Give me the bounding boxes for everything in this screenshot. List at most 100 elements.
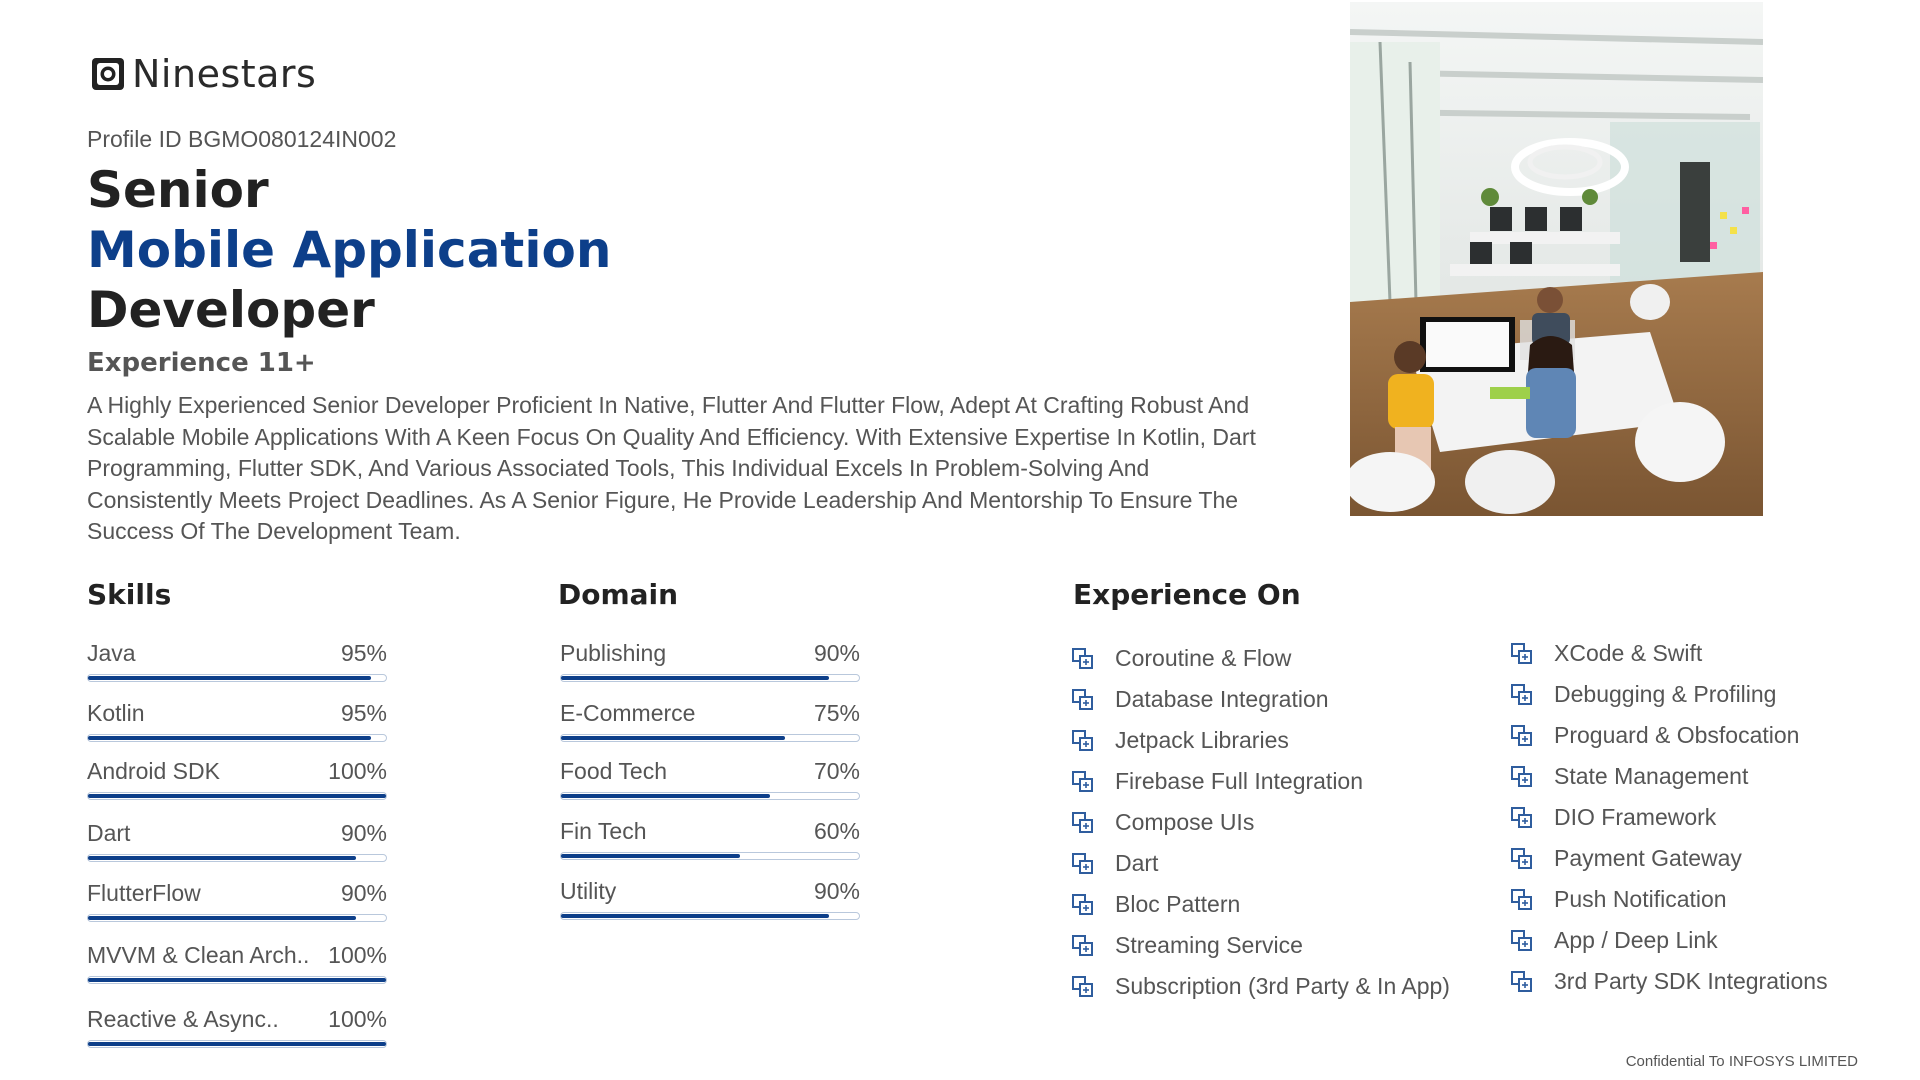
bar-label-row: FlutterFlow 90% (87, 880, 387, 910)
bar-value: 100% (328, 1006, 387, 1032)
title-line-3: Developer (87, 281, 375, 339)
bar-value: 100% (328, 942, 387, 968)
bar-label-row: Android SDK 100% (87, 758, 387, 788)
copy-squares-icon (1072, 893, 1093, 915)
office-photo-illustration (1350, 2, 1763, 516)
bar-label-row: E-Commerce 75% (560, 700, 860, 730)
progress-fill (88, 736, 372, 740)
progress-track (87, 854, 387, 862)
bar-value: 60% (813, 818, 860, 844)
bar-label-row: Dart 90% (87, 820, 387, 850)
bar-label: FlutterFlow (87, 880, 201, 906)
experience-list-item: DIO Framework (1510, 797, 1828, 838)
progress-fill (561, 794, 770, 798)
copy-squares-icon (1511, 683, 1532, 705)
experience-item-label: Proguard & Obsfocation (1554, 722, 1800, 748)
bar-label: Kotlin (87, 700, 145, 726)
copy-squares-icon (1072, 729, 1093, 751)
experience-list-item: Push Notification (1510, 879, 1828, 920)
experience-list-item: Firebase Full Integration (1071, 761, 1450, 802)
experience-item-label: XCode & Swift (1554, 640, 1703, 666)
experience-on-heading: Experience On (1073, 578, 1301, 611)
copy-squares-icon (1511, 847, 1532, 869)
bar-value: 95% (340, 640, 387, 666)
experience-item-label: Compose UIs (1115, 809, 1255, 835)
bar-label: Java (87, 640, 136, 666)
bar-value: 90% (340, 880, 387, 906)
progress-track (87, 914, 387, 922)
experience-item-label: DIO Framework (1554, 804, 1717, 830)
progress-fill (561, 736, 785, 740)
experience-list-item: Payment Gateway (1510, 838, 1828, 879)
bar-label: Fin Tech (560, 818, 647, 844)
experience-list-item: Compose UIs (1071, 802, 1450, 843)
progress-fill (88, 978, 386, 982)
progress-track (87, 792, 387, 800)
experience-list-item: Subscription (3rd Party & In App) (1071, 966, 1450, 1007)
progress-track (560, 734, 860, 742)
brand-name: Ninestars (132, 52, 317, 96)
profile-page: Ninestars Profile ID BGMO080124IN002 Sen… (0, 0, 1920, 1080)
copy-squares-icon (1511, 724, 1532, 746)
ninestars-logo-icon (92, 58, 124, 90)
progress-track (87, 674, 387, 682)
bar-label-row: Java 95% (87, 640, 387, 670)
bar-label: Dart (87, 820, 131, 846)
copy-squares-icon (1072, 811, 1093, 833)
skill-bar-item: FlutterFlow 90% (87, 880, 387, 922)
progress-fill (561, 914, 830, 918)
copy-squares-icon (1511, 929, 1532, 951)
experience-list-item: Streaming Service (1071, 925, 1450, 966)
bar-label-row: Reactive & Async.. 100% (87, 1006, 387, 1036)
progress-fill (88, 1042, 386, 1046)
bar-label: MVVM & Clean Arch.. (87, 942, 310, 968)
experience-list-item: Proguard & Obsfocation (1510, 715, 1828, 756)
experience-item-label: Database Integration (1115, 686, 1329, 712)
experience-item-label: Bloc Pattern (1115, 891, 1241, 917)
experience-list-item: Jetpack Libraries (1071, 720, 1450, 761)
skill-bar-item: Publishing 90% (560, 640, 860, 682)
progress-fill (88, 676, 372, 680)
experience-item-label: 3rd Party SDK Integrations (1554, 968, 1828, 994)
progress-fill (88, 794, 386, 798)
domain-list: Publishing 90% E-Commerce 75% Food Tech 70% Fi… (560, 640, 860, 920)
progress-fill (561, 854, 740, 858)
experience-years: Experience 11+ (87, 348, 316, 378)
profile-summary: A Highly Experienced Senior Developer Pr… (87, 392, 1256, 544)
experience-item-label: Subscription (3rd Party & In App) (1115, 973, 1450, 999)
experience-list-item: Coroutine & Flow (1071, 638, 1450, 679)
skill-bar-item: Java 95% (87, 640, 387, 682)
bar-value: 90% (813, 878, 860, 904)
bar-value: 75% (813, 700, 860, 726)
copy-squares-icon (1072, 688, 1093, 710)
experience-list-item: App / Deep Link (1510, 920, 1828, 961)
domain-heading: Domain (558, 578, 679, 611)
copy-squares-icon (1072, 975, 1093, 997)
copy-squares-icon (1511, 888, 1532, 910)
copy-squares-icon (1072, 770, 1093, 792)
skill-bar-item: Dart 90% (87, 820, 387, 862)
progress-track (560, 852, 860, 860)
experience-list-item: State Management (1510, 756, 1828, 797)
experience-item-label: Payment Gateway (1554, 845, 1742, 871)
experience-list-item: 3rd Party SDK Integrations (1510, 961, 1828, 1002)
experience-list-item: Bloc Pattern (1071, 884, 1450, 925)
office-team-photo (1350, 2, 1763, 516)
skills-list: Java 95% Kotlin 95% Android SDK 100% Dart 90% Fl… (87, 640, 387, 1048)
bar-label: Publishing (560, 640, 667, 666)
copy-squares-icon (1072, 852, 1093, 874)
experience-list-item: Database Integration (1071, 679, 1450, 720)
bar-value: 90% (813, 640, 860, 666)
experience-item-label: Streaming Service (1115, 932, 1303, 958)
bar-label: Reactive & Async.. (87, 1006, 279, 1032)
brand-logo: Ninestars (90, 52, 316, 96)
bar-label-row: Food Tech 70% (560, 758, 860, 788)
skill-bar-item: Kotlin 95% (87, 700, 387, 742)
progress-track (87, 734, 387, 742)
copy-squares-icon (1511, 970, 1532, 992)
progress-track (87, 976, 387, 984)
skill-bar-item: E-Commerce 75% (560, 700, 860, 742)
experience-item-label: App / Deep Link (1554, 927, 1718, 953)
bar-value: 100% (328, 758, 387, 784)
progress-track (560, 674, 860, 682)
